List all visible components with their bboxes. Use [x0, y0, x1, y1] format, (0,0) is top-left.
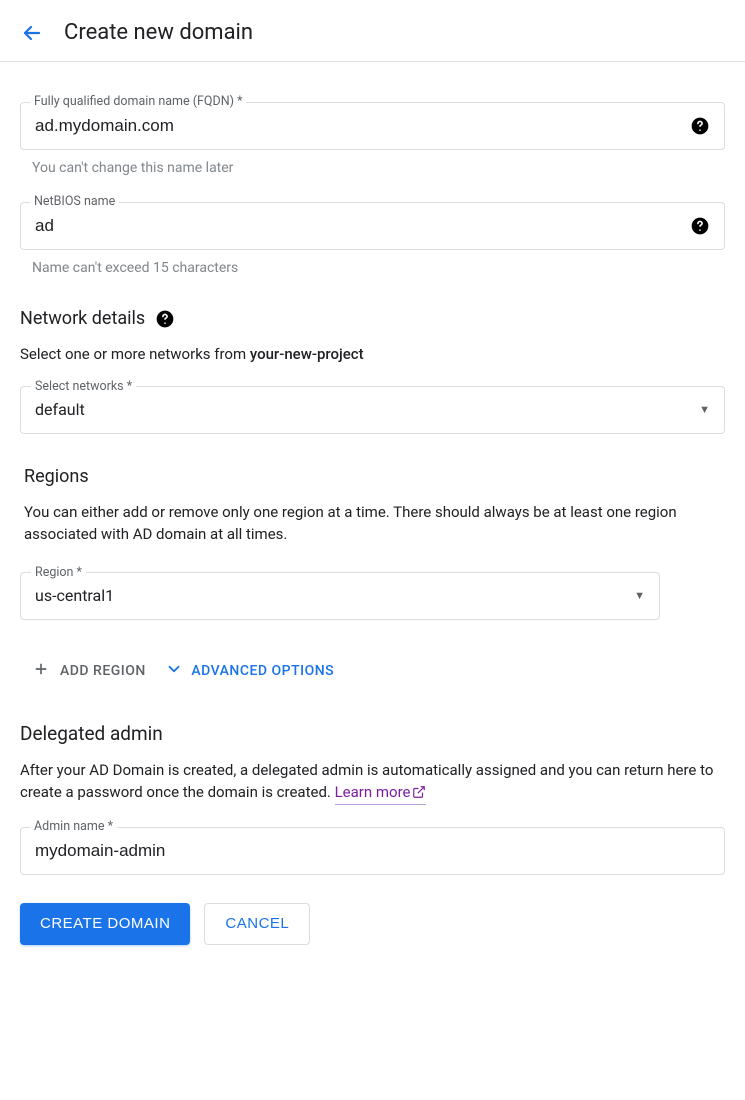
region-dropdown[interactable]: Region * us-central1 ▼	[20, 572, 660, 620]
chevron-down-icon: ▼	[699, 403, 710, 416]
select-networks-dropdown[interactable]: Select networks * default ▼	[20, 386, 725, 434]
project-name: your-new-project	[250, 345, 364, 363]
help-icon[interactable]	[155, 309, 175, 329]
learn-more-text: Learn more	[335, 781, 411, 804]
delegated-admin-title: Delegated admin	[20, 722, 725, 745]
region-label: Region *	[31, 565, 86, 580]
fqdn-input[interactable]	[35, 116, 690, 136]
fqdn-hint: You can't change this name later	[32, 160, 725, 176]
cancel-button[interactable]: CANCEL	[204, 903, 310, 945]
netbios-hint: Name can't exceed 15 characters	[32, 260, 725, 276]
external-link-icon	[412, 785, 426, 799]
help-icon[interactable]	[690, 216, 710, 236]
admin-name-field-wrap: Admin name *	[20, 827, 725, 875]
fqdn-field[interactable]	[20, 102, 725, 150]
network-details-title-text: Network details	[20, 308, 145, 329]
netbios-field[interactable]	[20, 202, 725, 250]
regions-title: Regions	[20, 466, 725, 487]
network-details-title: Network details	[20, 308, 725, 329]
select-networks-value: default	[35, 400, 699, 419]
chevron-down-icon	[165, 660, 183, 682]
advanced-options-label: ADVANCED OPTIONS	[191, 663, 334, 679]
back-arrow-icon[interactable]	[20, 21, 44, 45]
region-value: us-central1	[35, 586, 634, 605]
action-buttons: CREATE DOMAIN CANCEL	[20, 903, 725, 945]
fqdn-label: Fully qualified domain name (FQDN) *	[30, 94, 246, 109]
chevron-down-icon: ▼	[634, 589, 645, 602]
netbios-field-wrap: NetBIOS name	[20, 202, 725, 250]
help-icon[interactable]	[690, 116, 710, 136]
admin-name-input[interactable]	[35, 841, 710, 861]
netbios-input[interactable]	[35, 216, 690, 236]
fqdn-field-wrap: Fully qualified domain name (FQDN) *	[20, 102, 725, 150]
admin-name-field[interactable]	[20, 827, 725, 875]
delegated-admin-description: After your AD Domain is created, a deleg…	[20, 759, 725, 805]
admin-name-label: Admin name *	[30, 819, 117, 834]
page-title: Create new domain	[64, 20, 253, 45]
regions-description: You can either add or remove only one re…	[20, 501, 725, 546]
form-content: Fully qualified domain name (FQDN) * You…	[0, 62, 745, 973]
page-header: Create new domain	[0, 0, 745, 62]
network-description: Select one or more networks from your-ne…	[20, 343, 725, 366]
plus-icon	[32, 660, 50, 682]
create-domain-button[interactable]: CREATE DOMAIN	[20, 903, 190, 945]
select-networks-label: Select networks *	[31, 379, 136, 394]
learn-more-link[interactable]: Learn more	[335, 781, 427, 805]
network-description-prefix: Select one or more networks from	[20, 345, 250, 363]
advanced-options-toggle[interactable]: ADVANCED OPTIONS	[161, 654, 338, 688]
netbios-label: NetBIOS name	[30, 194, 119, 209]
add-region-button[interactable]: ADD REGION	[20, 654, 158, 688]
add-region-label: ADD REGION	[60, 663, 146, 679]
